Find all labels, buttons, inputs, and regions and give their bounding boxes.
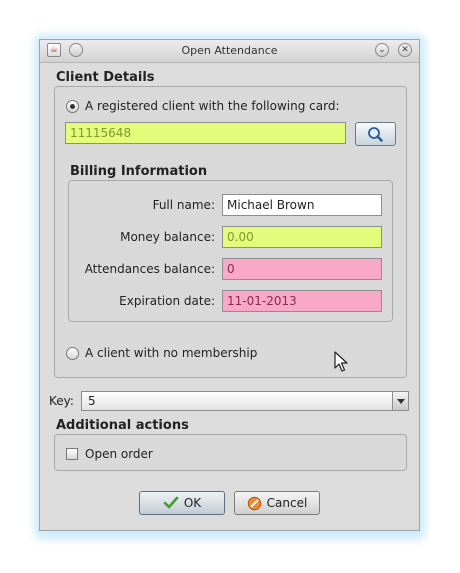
search-card-button[interactable]	[355, 122, 396, 146]
attendances-balance-label: Attendances balance:	[84, 262, 215, 276]
minimize-chevron-icon[interactable]: ⌄	[375, 43, 389, 57]
magnifier-icon	[368, 127, 383, 142]
additional-actions-title: Additional actions	[56, 418, 189, 433]
no-membership-label[interactable]: A client with no membership	[85, 346, 257, 360]
registered-client-radio[interactable]	[66, 100, 79, 113]
cancel-button-label: Cancel	[266, 496, 308, 510]
ok-button[interactable]: OK	[139, 491, 225, 515]
money-balance-field[interactable]: 0.00	[222, 226, 382, 248]
registered-client-label[interactable]: A registered client with the following c…	[85, 99, 340, 113]
billing-information-title: Billing Information	[70, 164, 208, 179]
dropdown-arrow-icon[interactable]	[392, 392, 408, 410]
mouse-pointer-icon	[334, 351, 348, 372]
checkmark-icon	[163, 496, 179, 509]
no-membership-radio[interactable]	[66, 347, 79, 360]
money-balance-label: Money balance:	[120, 230, 215, 244]
expiration-date-label: Expiration date:	[119, 294, 215, 308]
expiration-date-field[interactable]: 11-01-2013	[222, 290, 382, 312]
ok-button-label: OK	[183, 496, 202, 510]
key-select[interactable]: 5	[81, 391, 409, 411]
full-name-label: Full name:	[152, 198, 215, 212]
client-details-title: Client Details	[56, 70, 155, 85]
key-select-value: 5	[88, 394, 96, 408]
open-order-checkbox[interactable]	[66, 448, 78, 460]
close-icon[interactable]: ✕	[398, 43, 412, 57]
cancel-icon	[247, 496, 261, 510]
key-label: Key:	[49, 394, 74, 408]
open-order-label[interactable]: Open order	[85, 447, 153, 461]
card-number-input[interactable]: 11115648	[65, 122, 346, 144]
cancel-button[interactable]: Cancel	[234, 491, 320, 515]
open-attendance-dialog: ☕ Open Attendance ⌄ ✕ Client Details A r…	[39, 39, 420, 531]
window-title: Open Attendance	[181, 44, 278, 57]
attendances-balance-field[interactable]: 0	[222, 258, 382, 280]
full-name-field[interactable]: Michael Brown	[222, 194, 382, 216]
title-bar[interactable]: ☕ Open Attendance ⌄ ✕	[40, 40, 419, 63]
